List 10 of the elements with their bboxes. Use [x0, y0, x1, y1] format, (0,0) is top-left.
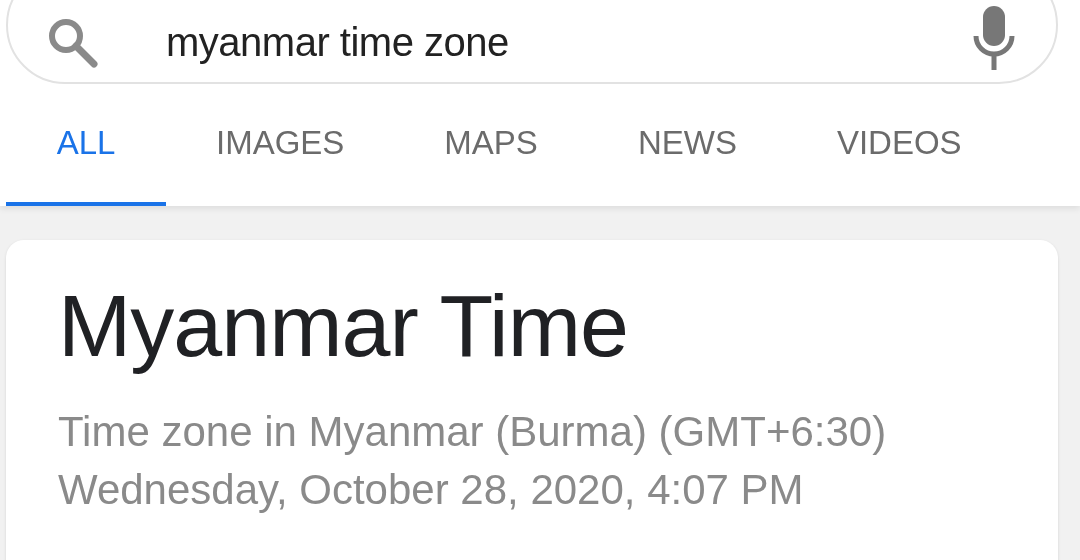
search-field[interactable]: myanmar time zone	[6, 0, 1058, 84]
tab[interactable]: IMAGES	[166, 84, 395, 206]
result-detail: Time zone in Myanmar (Burma) (GMT+6:30)	[58, 406, 888, 457]
tab[interactable]: VIDEOS	[786, 84, 1012, 206]
tab[interactable]: MAPS	[394, 84, 588, 206]
result-detail: Wednesday, October 28, 2020, 4:07 PM	[58, 464, 805, 515]
result-title: Myanmar Time	[58, 278, 629, 375]
tab[interactable]: NEWS	[587, 84, 787, 206]
microphone-icon[interactable]	[972, 6, 1016, 72]
search-query: myanmar time zone	[166, 19, 510, 65]
